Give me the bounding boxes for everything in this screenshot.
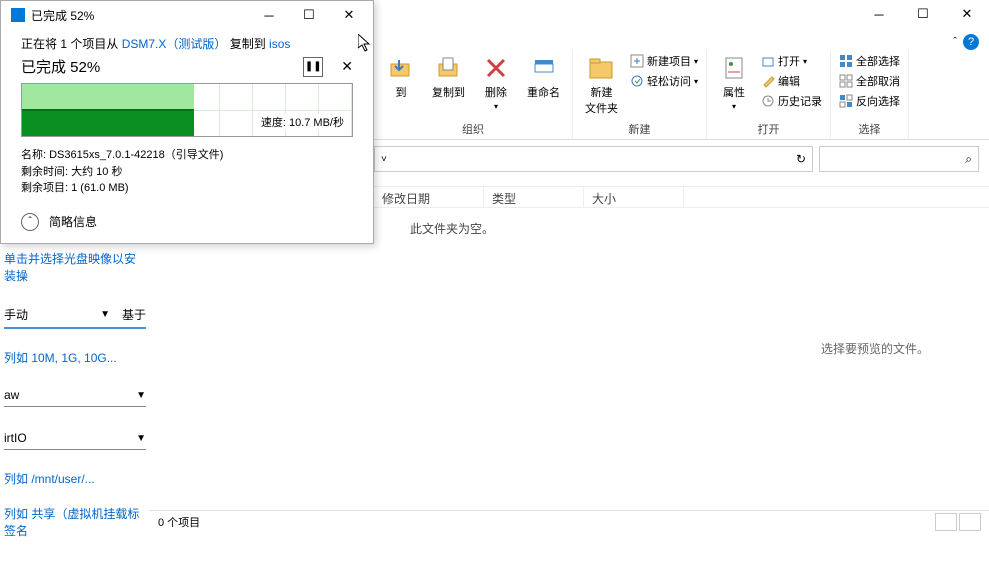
view-large-icon[interactable] (959, 513, 981, 531)
refresh-icon[interactable]: ↻ (796, 152, 806, 166)
ribbon-group-open: 属性 ▾ 打开▾ 编辑 历史记录 (707, 50, 831, 139)
aw-dropdown[interactable]: aw ▼ (4, 384, 146, 407)
item-count: 0 个项目 (158, 514, 200, 530)
dialog-close-button[interactable]: ✕ (329, 1, 369, 29)
newitem-button[interactable]: 新建项目▾ (628, 52, 700, 70)
ribbon-collapse-icon[interactable]: ˆ (953, 36, 957, 48)
base-label: 基于 (122, 306, 146, 323)
newfolder-label: 新建 文件夹 (585, 84, 618, 116)
open-group-label: 打开 (758, 121, 780, 137)
selectnone-button[interactable]: 全部取消 (837, 72, 902, 90)
chevron-down-icon: ▼ (100, 309, 110, 320)
search-icon[interactable]: ⌕ (965, 152, 972, 167)
invert-button[interactable]: 反向选择 (837, 92, 902, 110)
copy-progress-dialog: 已完成 52% ─ ☐ ✕ 正在将 1 个项目从 DSM7.X（测试版） 复制到… (0, 0, 374, 244)
copy-description: 正在将 1 个项目从 DSM7.X（测试版） 复制到 isos (21, 35, 353, 52)
new-group-label: 新建 (629, 121, 651, 137)
minimize-button[interactable]: ─ (857, 0, 901, 28)
hint-size: 列如 10M, 1G, 10G... (4, 349, 146, 366)
chevron-down-icon: ▼ (136, 390, 146, 401)
chevron-down-icon: ▼ (136, 433, 146, 444)
progress-title: 已完成 52% (21, 56, 100, 77)
virtio-dropdown[interactable]: irtIO ▼ (4, 427, 146, 450)
dialog-icon (11, 8, 25, 22)
rename-button[interactable]: 重命名 (521, 52, 566, 102)
dialog-titlebar: 已完成 52% ─ ☐ ✕ (1, 1, 373, 29)
status-bar: 0 个项目 (150, 510, 989, 532)
dialog-minimize-button[interactable]: ─ (249, 1, 289, 29)
collapse-details-icon[interactable]: ˆ (21, 213, 39, 231)
history-label: 历史记录 (778, 93, 822, 109)
items-remaining-label: 剩余项目: 1 (61.0 MB) (21, 180, 353, 197)
edit-label: 编辑 (778, 73, 800, 89)
invert-label: 反向选择 (856, 93, 900, 109)
speed-label: 速度: 10.7 MB/秒 (259, 114, 346, 130)
history-button[interactable]: 历史记录 (759, 92, 824, 110)
selectall-button[interactable]: 全部选择 (837, 52, 902, 70)
easyaccess-label: 轻松访问 (647, 73, 691, 89)
hint-share: 列如 共享（虚拟机挂载标签名 (4, 505, 146, 539)
close-button[interactable]: ✕ (945, 0, 989, 28)
moveto-button[interactable]: 到 (380, 52, 422, 102)
source-link[interactable]: DSM7.X（测试版） (122, 37, 227, 51)
dialog-title: 已完成 52% (31, 7, 249, 24)
edit-button[interactable]: 编辑 (759, 72, 824, 90)
file-name-label: 名称: DS3615xs_7.0.1-42218（引导文件) (21, 147, 353, 164)
ribbon-group-select: 全部选择 全部取消 反向选择 选择 (831, 50, 909, 139)
organize-group-label: 组织 (462, 121, 484, 137)
easyaccess-button[interactable]: 轻松访问▾ (628, 72, 700, 90)
cancel-button[interactable]: ✕ (341, 58, 353, 75)
progress-bar: 速度: 10.7 MB/秒 (21, 83, 353, 137)
col-moddate[interactable]: 修改日期 (374, 187, 484, 207)
left-panel: 单击并选择光盘映像以安装操 手动 ▼ 基于 列如 10M, 1G, 10G...… (0, 244, 150, 563)
ribbon: 到 复制到 删除 ▾ 重命名 组织 (374, 50, 989, 140)
dropdown-icon[interactable]: ˅ (381, 154, 387, 165)
ribbon-collapse-area: ˆ ? (953, 34, 979, 50)
delete-label: 删除 (485, 84, 507, 100)
preview-message: 选择要预览的文件。 (821, 340, 929, 357)
ribbon-group-new: 新建 文件夹 新建项目▾ 轻松访问▾ 新建 (573, 50, 707, 139)
column-headers: 修改日期 类型 大小 (374, 186, 989, 208)
time-remaining-label: 剩余时间: 大约 10 秒 (21, 164, 353, 181)
mode-value: 手动 (4, 306, 28, 323)
moveto-label: 到 (396, 84, 407, 100)
newfolder-button[interactable]: 新建 文件夹 (579, 52, 624, 118)
copyto-button[interactable]: 复制到 (426, 52, 471, 102)
newitem-label: 新建项目 (647, 53, 691, 69)
maximize-button[interactable]: ☐ (901, 0, 945, 28)
properties-button[interactable]: 属性 ▾ (713, 52, 755, 113)
address-bar-row: ˅ ↻ ⌕ (374, 144, 979, 174)
view-details-icon[interactable] (935, 513, 957, 531)
address-bar[interactable]: ˅ ↻ (374, 146, 813, 172)
open-button[interactable]: 打开▾ (759, 52, 824, 70)
col-type[interactable]: 类型 (484, 187, 584, 207)
dialog-maximize-button[interactable]: ☐ (289, 1, 329, 29)
rename-label: 重命名 (527, 84, 560, 100)
hint-path: 列如 /mnt/user/... (4, 470, 146, 487)
delete-button[interactable]: 删除 ▾ (475, 52, 517, 113)
copyto-label: 复制到 (432, 84, 465, 100)
copy-details: 名称: DS3615xs_7.0.1-42218（引导文件) 剩余时间: 大约 … (21, 147, 353, 197)
empty-folder-message: 此文件夹为空。 (410, 220, 494, 237)
dest-link[interactable]: isos (269, 37, 290, 51)
properties-label: 属性 (723, 84, 745, 100)
help-icon[interactable]: ? (963, 34, 979, 50)
pause-button[interactable]: ❚❚ (303, 57, 323, 77)
select-group-label: 选择 (859, 121, 881, 137)
window-controls: ─ ☐ ✕ (857, 0, 989, 28)
open-label: 打开 (778, 53, 800, 69)
mode-dropdown[interactable]: 手动 ▼ 基于 (4, 302, 146, 329)
aw-value: aw (4, 388, 19, 402)
search-input[interactable]: ⌕ (819, 146, 979, 172)
link-choose-iso[interactable]: 单击并选择光盘映像以安装操 (4, 250, 146, 284)
ribbon-group-organize: 到 复制到 删除 ▾ 重命名 组织 (374, 50, 573, 139)
virtio-value: irtIO (4, 431, 27, 445)
selectnone-label: 全部取消 (856, 73, 900, 89)
selectall-label: 全部选择 (856, 53, 900, 69)
col-size[interactable]: 大小 (584, 187, 684, 207)
brief-info-label[interactable]: 简略信息 (49, 213, 97, 230)
